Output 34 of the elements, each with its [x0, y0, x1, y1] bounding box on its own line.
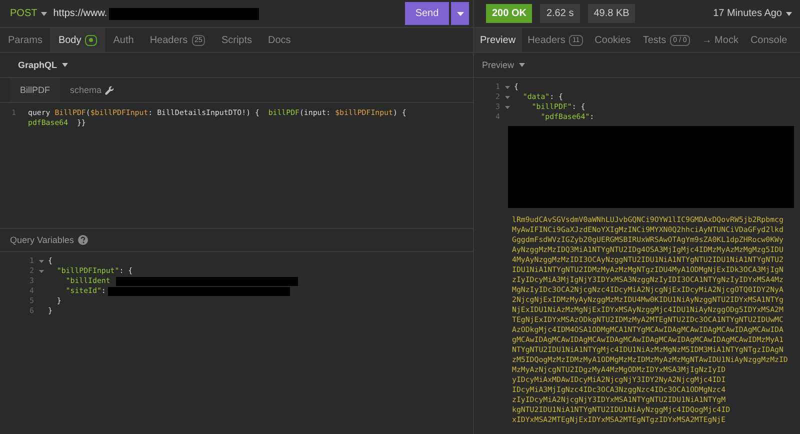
request-tab[interactable]: Docs: [260, 28, 299, 52]
fold-icon[interactable]: [504, 106, 510, 108]
wrench-icon: [104, 86, 114, 94]
help-icon[interactable]: [78, 235, 88, 245]
response-tab[interactable]: Preview: [474, 28, 522, 52]
caret-icon: [62, 63, 68, 67]
status-badge: 200 OK: [486, 4, 532, 23]
request-tab[interactable]: Body: [50, 28, 106, 52]
response-time: 2.62 s: [540, 4, 580, 23]
fold-icon[interactable]: [38, 260, 44, 262]
body-mode-dropdown[interactable]: GraphQL: [18, 60, 58, 70]
request-tab[interactable]: Auth: [105, 28, 142, 52]
fold-icon[interactable]: [504, 96, 510, 98]
send-options-button[interactable]: [451, 2, 469, 25]
history-dropdown[interactable]: 17 Minutes Ago: [713, 8, 792, 19]
editor-tab[interactable]: schema: [60, 78, 124, 102]
preview-mode-dropdown[interactable]: Preview: [482, 60, 514, 70]
response-size: 49.8 KB: [588, 4, 636, 23]
request-tab[interactable]: Scripts: [213, 28, 260, 52]
caret-icon: [786, 12, 792, 16]
response-tab[interactable]: Console: [744, 28, 794, 52]
request-tab[interactable]: Params: [0, 28, 50, 52]
caret-icon: [456, 12, 464, 16]
url-field[interactable]: https://www.: [53, 8, 108, 19]
caret-icon: [41, 12, 48, 16]
response-tab[interactable]: Cookies: [588, 28, 637, 52]
fold-icon[interactable]: [38, 270, 44, 272]
fold-icon[interactable]: [504, 86, 510, 88]
send-button[interactable]: Send: [405, 2, 449, 25]
section-title: Query Variables: [10, 235, 74, 245]
caret-icon: [519, 63, 526, 67]
response-tab[interactable]: → Mock: [696, 28, 744, 52]
editor-tab[interactable]: BillPDF: [10, 78, 60, 102]
method-dropdown[interactable]: POST: [10, 8, 48, 19]
